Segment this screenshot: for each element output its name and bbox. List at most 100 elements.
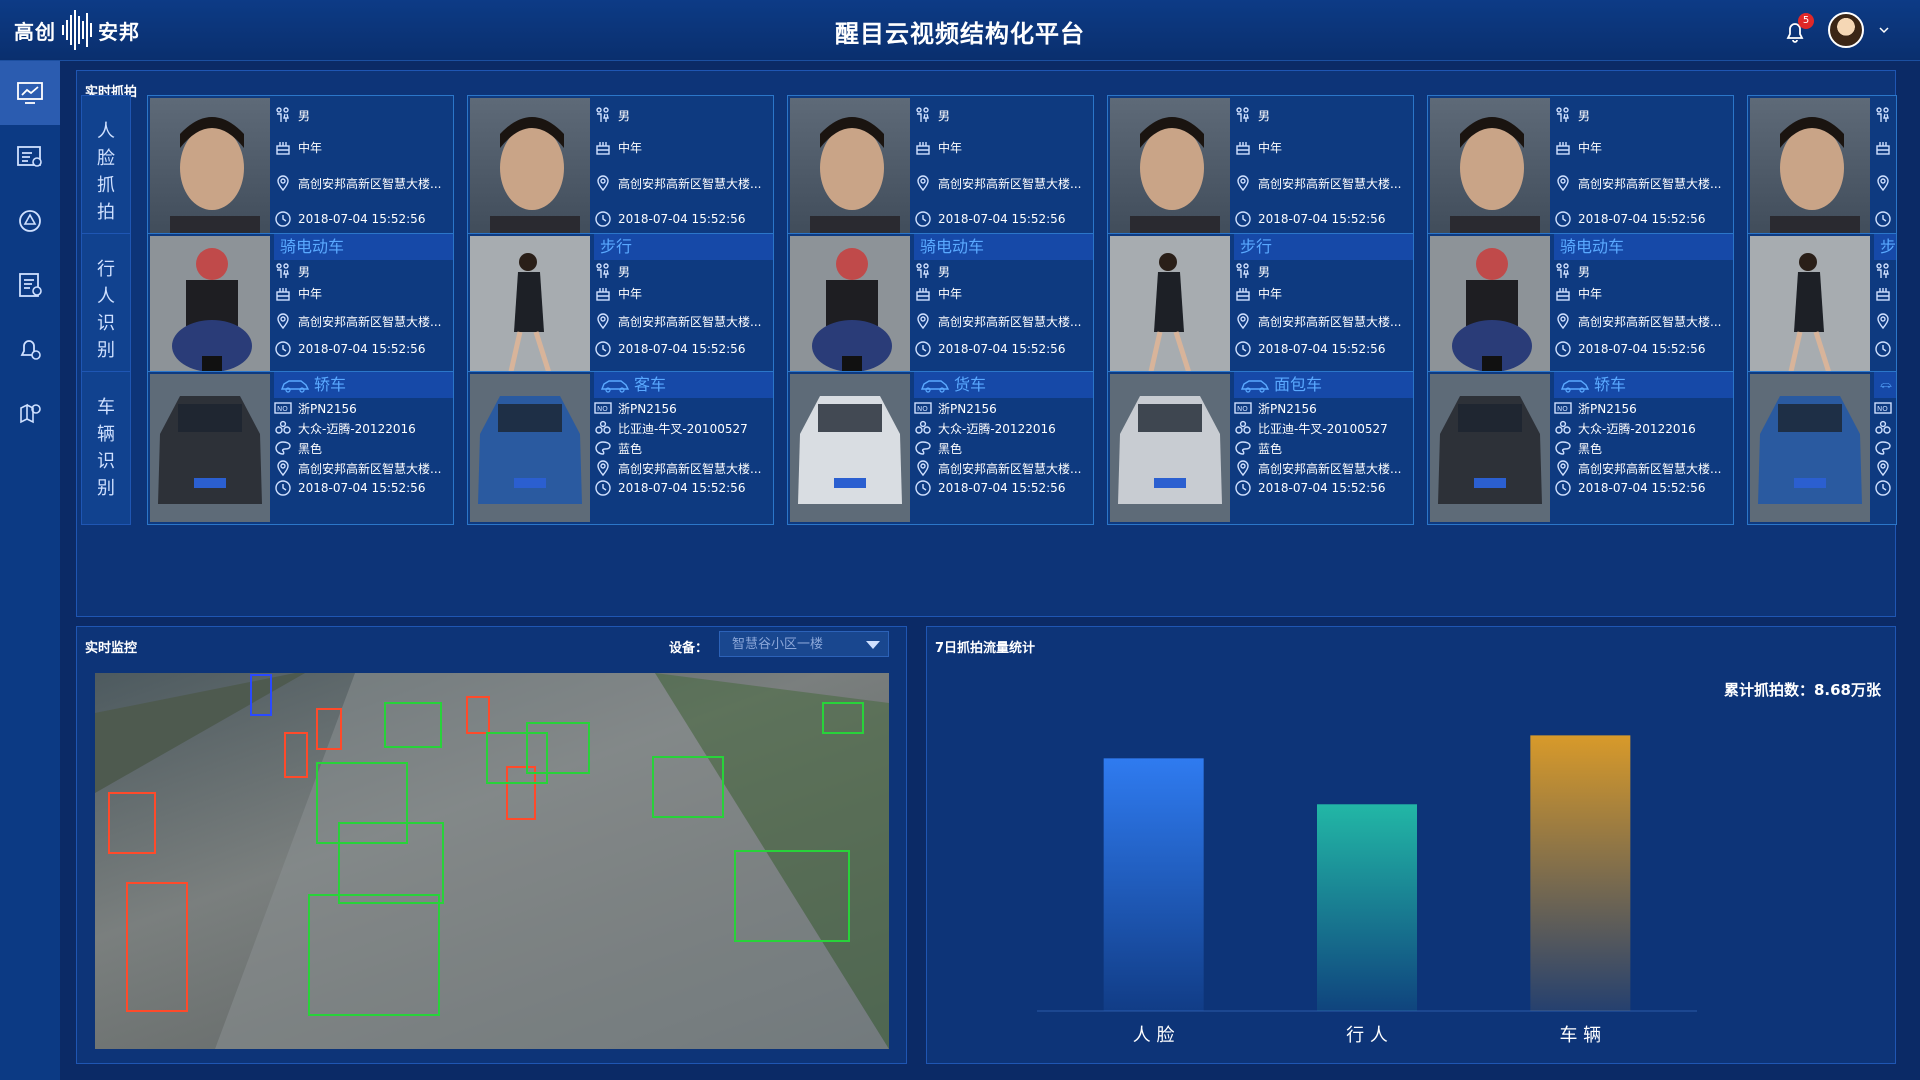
pedestrian-photo <box>1430 236 1550 384</box>
vehicle-type-text: 面包车 <box>1274 375 1323 394</box>
sidebar-item-report[interactable] <box>0 253 60 317</box>
model-row <box>1874 418 1896 438</box>
face-photo <box>1750 98 1870 246</box>
model-text: 大众-迈腾-20122016 <box>1578 421 1696 436</box>
age-icon <box>1876 288 1890 301</box>
model-icon <box>1555 420 1571 434</box>
age-text: 中年 <box>1578 140 1603 155</box>
plate-icon: NO <box>1554 402 1572 414</box>
traffic-scene <box>95 673 889 1049</box>
age-icon <box>916 142 930 155</box>
vehicle-capture-card[interactable]: 客车 NO 浙PN2156 比亚迪-牛叉-20100527 蓝色 高创安邦高新区智慧大楼.… <box>467 371 774 525</box>
dropdown-arrow-icon <box>866 641 880 649</box>
gender-row <box>1874 260 1896 282</box>
notification-badge: 5 <box>1798 13 1814 29</box>
pedestrian-capture-card[interactable]: 骑电动车男中年 高创安邦高新区智慧大楼... 2018-07-04 15:52:56 <box>1427 233 1734 387</box>
location-row: 高创安邦高新区智慧大楼... <box>1234 172 1413 194</box>
sidebar-item-target[interactable] <box>0 189 60 253</box>
vehicle-capture-card[interactable]: 轿车 NO 浙PN2156 大众-迈腾-20122016 黑色 高创安邦高新区智慧大楼..… <box>147 371 454 525</box>
gender-text: 男 <box>1578 108 1591 123</box>
plate-text: 浙PN2156 <box>298 401 357 416</box>
face-photo <box>790 98 910 246</box>
location-icon <box>1877 460 1889 477</box>
face-photo <box>150 98 270 246</box>
pedestrian-photo <box>1750 236 1870 384</box>
model-text: 比亚迪-牛叉-20100527 <box>618 421 748 436</box>
gender-row: 男 <box>274 104 453 126</box>
pedestrian-capture-card[interactable]: 步行男中年 高创安邦高新区智慧大楼... 2018-07-04 15:52:56 <box>1107 233 1414 387</box>
vehicle-capture-card[interactable]: NO <box>1747 371 1897 525</box>
gender-text: 男 <box>938 264 951 279</box>
face-capture-card[interactable]: 男中年 高创安邦高新区智慧大楼... 2018-07-04 15:52:56 <box>1427 95 1734 249</box>
face-capture-card[interactable]: 男中年 高创安邦高新区智慧大楼... 2018-07-04 15:52:56 <box>467 95 774 249</box>
face-capture-card[interactable] <box>1747 95 1897 249</box>
gender-icon <box>916 263 929 278</box>
color-icon <box>915 441 931 455</box>
row-label-char: 拍 <box>97 202 115 223</box>
face-capture-card[interactable]: 男中年 高创安邦高新区智慧大楼... 2018-07-04 15:52:56 <box>1107 95 1414 249</box>
face-capture-card[interactable]: 男中年 高创安邦高新区智慧大楼... 2018-07-04 15:52:56 <box>787 95 1094 249</box>
clock-text: 2018-07-04 15:52:56 <box>1578 342 1706 356</box>
location-icon <box>1237 460 1249 477</box>
location-text: 高创安邦高新区智慧大楼... <box>1578 461 1722 476</box>
realtime-monitor-panel: 实时监控 设备： 智慧谷小区一楼 <box>76 626 907 1064</box>
age-icon <box>1556 288 1570 301</box>
svg-text:NO: NO <box>1237 405 1248 413</box>
clock-row: 2018-07-04 15:52:56 <box>1554 208 1733 230</box>
location-text: 高创安邦高新区智慧大楼... <box>618 176 762 191</box>
vehicle-photo <box>1750 374 1870 522</box>
sidebar-item-alarm[interactable] <box>0 317 60 381</box>
vehicle-type-text: 客车 <box>634 375 667 394</box>
gender-text: 男 <box>298 108 311 123</box>
sidebar-item-list-settings[interactable] <box>0 125 60 189</box>
row-label-char: 脸 <box>97 148 115 169</box>
gender-row: 男 <box>1234 260 1413 282</box>
vehicle-type-label <box>1874 372 1896 398</box>
gender-text: 男 <box>618 264 631 279</box>
model-row: 比亚迪-牛叉-20100527 <box>1234 418 1413 438</box>
clock-text: 2018-07-04 15:52:56 <box>938 212 1066 226</box>
user-avatar[interactable] <box>1828 12 1864 48</box>
face-photo <box>470 98 590 246</box>
row-label-3: 车辆识别 <box>81 371 131 525</box>
gender-row: 男 <box>1554 104 1733 126</box>
model-icon <box>915 420 931 434</box>
pedestrian-capture-card[interactable]: 骑电动车男中年 高创安邦高新区智慧大楼... 2018-07-04 15:52:56 <box>787 233 1094 387</box>
sidebar-item-map[interactable] <box>0 381 60 445</box>
vehicle-type-text: 轿车 <box>314 375 347 394</box>
color-text: 黑色 <box>298 441 323 456</box>
face-photo <box>1430 98 1550 246</box>
clock-text: 2018-07-04 15:52:56 <box>298 342 426 356</box>
pedestrian-capture-card[interactable]: 步行男中年 高创安邦高新区智慧大楼... 2018-07-04 15:52:56 <box>467 233 774 387</box>
clock-row: 2018-07-04 15:52:56 <box>914 478 1093 498</box>
location-text: 高创安邦高新区智慧大楼... <box>1578 314 1722 329</box>
gender-icon <box>1236 263 1249 278</box>
location-row: 高创安邦高新区智慧大楼... <box>594 310 773 332</box>
vehicle-capture-card[interactable]: 轿车 NO 浙PN2156 大众-迈腾-20122016 黑色 高创安邦高新区智慧大楼..… <box>1427 371 1734 525</box>
model-row: 大众-迈腾-20122016 <box>274 418 453 438</box>
video-feed[interactable] <box>95 673 889 1049</box>
sidebar-item-dashboard[interactable] <box>0 61 60 125</box>
gender-icon <box>1556 107 1569 122</box>
clock-icon <box>915 211 931 227</box>
clock-icon <box>595 480 611 496</box>
row-label-char: 辆 <box>97 424 115 445</box>
vehicle-capture-card[interactable]: 货车 NO 浙PN2156 大众-迈腾-20122016 黑色 高创安邦高新区智慧大楼..… <box>787 371 1094 525</box>
svg-text:NO: NO <box>917 405 928 413</box>
plate-icon: NO <box>594 402 612 414</box>
location-row: 高创安邦高新区智慧大楼... <box>1234 458 1413 478</box>
clock-row <box>1874 478 1896 498</box>
face-capture-card[interactable]: 男中年 高创安邦高新区智慧大楼... 2018-07-04 15:52:56 <box>147 95 454 249</box>
clock-row <box>1874 338 1896 360</box>
svg-text:NO: NO <box>597 405 608 413</box>
pedestrian-capture-card[interactable]: 步 <box>1747 233 1897 387</box>
age-icon <box>596 142 610 155</box>
model-text: 比亚迪-牛叉-20100527 <box>1258 421 1388 436</box>
clock-text: 2018-07-04 15:52:56 <box>938 342 1066 356</box>
age-row <box>1874 136 1896 158</box>
vehicle-capture-card[interactable]: 面包车 NO 浙PN2156 比亚迪-牛叉-20100527 蓝色 高创安邦高新区智慧大楼… <box>1107 371 1414 525</box>
chevron-down-icon[interactable] <box>1878 24 1890 36</box>
pedestrian-capture-card[interactable]: 骑电动车男中年 高创安邦高新区智慧大楼... 2018-07-04 15:52:56 <box>147 233 454 387</box>
notification-button[interactable]: 5 <box>1780 13 1814 47</box>
device-select[interactable]: 智慧谷小区一楼 <box>719 631 889 657</box>
